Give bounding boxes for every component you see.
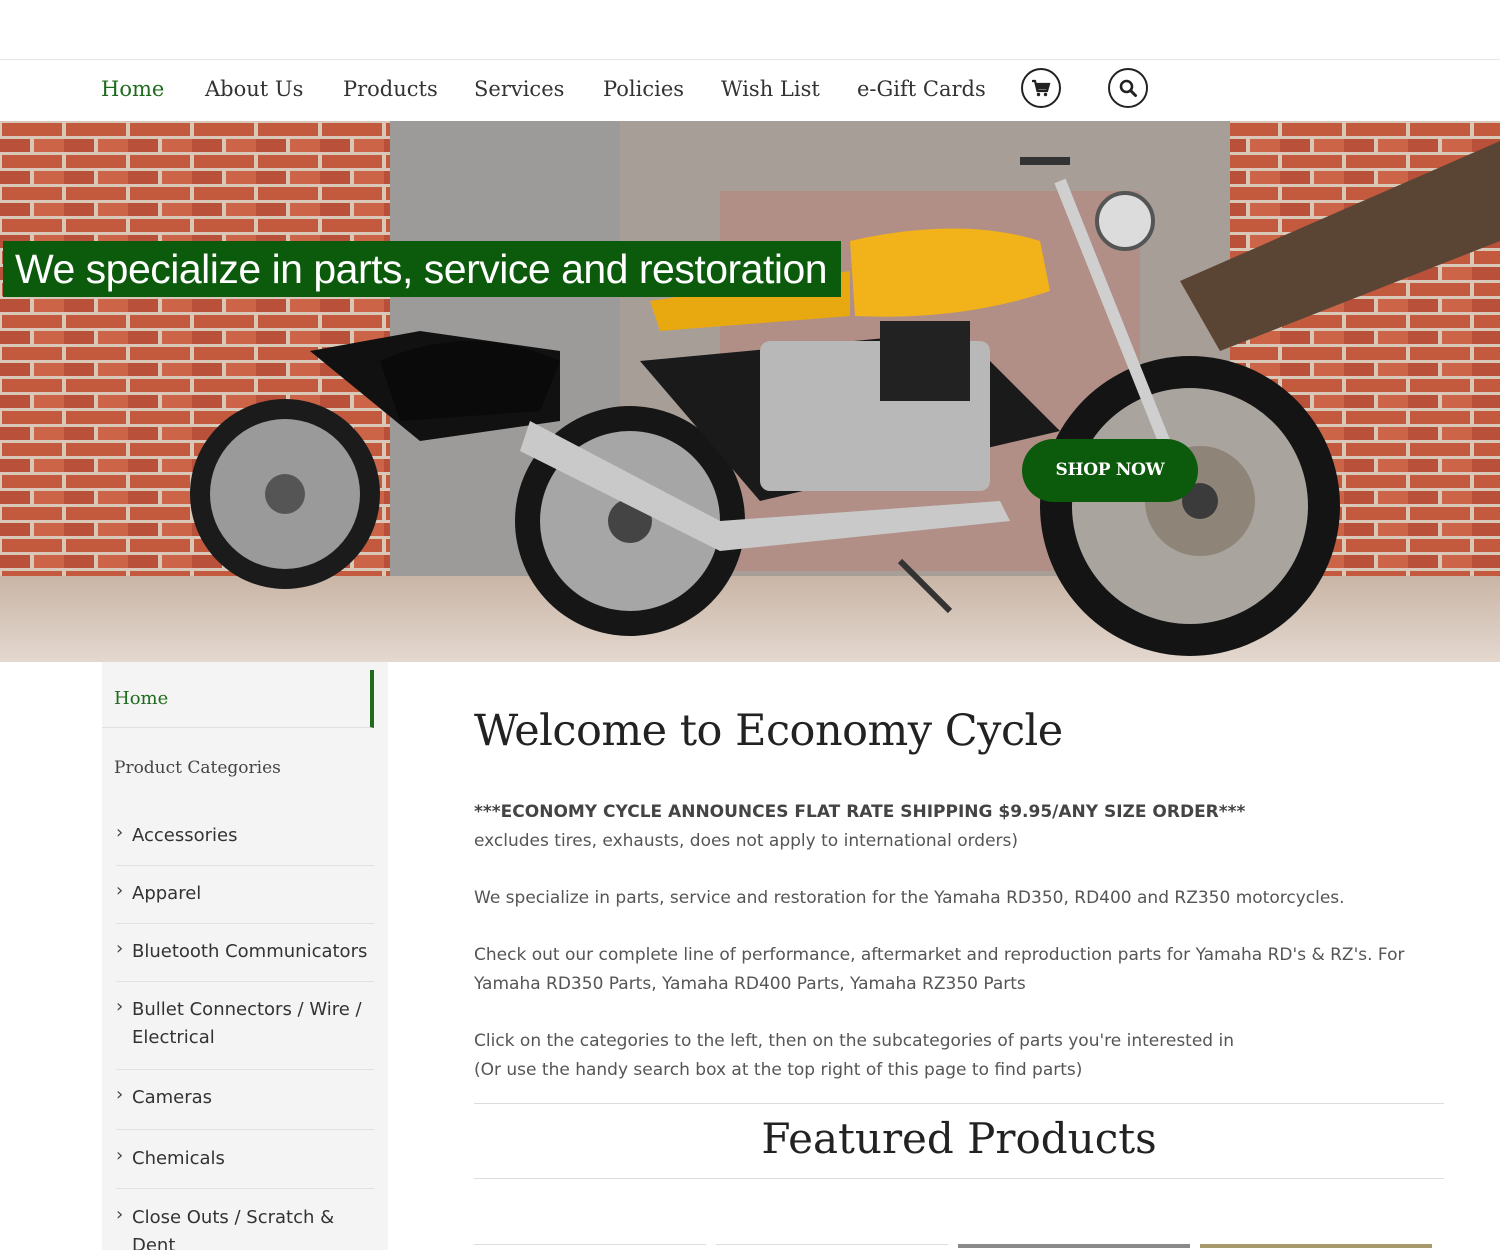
shop-now-button[interactable]: SHOP NOW xyxy=(1022,439,1198,502)
parts-paragraph-line1: Check out our complete line of performan… xyxy=(474,945,1405,965)
chevron-right-icon: › xyxy=(116,880,124,901)
sidebar-categories-title: Product Categories xyxy=(114,758,281,778)
hero-banner: We specialize in parts, service and rest… xyxy=(0,121,1500,662)
sidebar-item-label: Accessories xyxy=(132,825,238,846)
page-title: Welcome to Economy Cycle xyxy=(474,706,1063,756)
nav-home[interactable]: Home xyxy=(101,77,164,101)
nav-policies[interactable]: Policies xyxy=(603,77,684,101)
top-header-strip xyxy=(0,0,1500,60)
category-sidebar: Home Product Categories › Accessories › … xyxy=(102,662,388,1250)
parts-paragraph-line2: Yamaha RD350 Parts, Yamaha RD400 Parts, … xyxy=(474,974,1026,994)
featured-products-heading: Featured Products xyxy=(761,1114,1157,1163)
sidebar-item-label: Cameras xyxy=(132,1087,213,1108)
sidebar-item-chemicals[interactable]: › Chemicals xyxy=(116,1145,374,1189)
chevron-right-icon: › xyxy=(116,996,124,1017)
cart-icon[interactable] xyxy=(1021,68,1061,108)
sidebar-item-accessories[interactable]: › Accessories xyxy=(116,822,374,866)
sidebar-item-cameras[interactable]: › Cameras xyxy=(116,1084,374,1130)
intro-paragraph: We specialize in parts, service and rest… xyxy=(474,888,1345,908)
divider xyxy=(474,1178,1444,1179)
instructions-line1: Click on the categories to the left, the… xyxy=(474,1031,1234,1051)
sidebar-item-label: Chemicals xyxy=(132,1148,225,1169)
sidebar-item-label: Close Outs / Scratch & Dent xyxy=(132,1207,335,1250)
instructions-line2: (Or use the handy search box at the top … xyxy=(474,1060,1083,1080)
sidebar-item-apparel[interactable]: › Apparel xyxy=(116,880,374,924)
search-icon[interactable] xyxy=(1108,68,1148,108)
chevron-right-icon: › xyxy=(116,822,124,843)
nav-products[interactable]: Products xyxy=(343,77,438,101)
sidebar-item-bullet-connectors[interactable]: › Bullet Connectors / Wire / Electrical xyxy=(116,996,374,1070)
chevron-right-icon: › xyxy=(116,1145,124,1166)
main-nav: Home About Us Products Services Policies… xyxy=(0,61,1500,121)
divider xyxy=(474,1103,1444,1104)
sidebar-item-label: Bullet Connectors / Wire / Electrical xyxy=(132,999,362,1048)
sidebar-home-label: Home xyxy=(114,688,169,709)
chevron-right-icon: › xyxy=(116,938,124,959)
nav-wish-list[interactable]: Wish List xyxy=(721,77,820,101)
hero-headline: We specialize in parts, service and rest… xyxy=(3,241,842,297)
chevron-right-icon: › xyxy=(116,1084,124,1105)
featured-product-card[interactable] xyxy=(474,1244,706,1250)
featured-product-card[interactable] xyxy=(958,1244,1190,1250)
sidebar-item-label: Apparel xyxy=(132,883,202,904)
nav-services[interactable]: Services xyxy=(474,77,564,101)
sidebar-item-close-outs[interactable]: › Close Outs / Scratch & Dent xyxy=(116,1204,374,1250)
featured-product-card[interactable] xyxy=(1200,1244,1432,1250)
sidebar-item-bluetooth-communicators[interactable]: › Bluetooth Communicators xyxy=(116,938,374,982)
main-content: Welcome to Economy Cycle ***ECONOMY CYCL… xyxy=(474,662,1444,1250)
shipping-announcement: ***ECONOMY CYCLE ANNOUNCES FLAT RATE SHI… xyxy=(474,802,1246,822)
nav-about-us[interactable]: About Us xyxy=(205,77,303,101)
sidebar-item-home[interactable]: Home xyxy=(102,670,374,728)
chevron-right-icon: › xyxy=(116,1204,124,1225)
hero-motorcycle-image xyxy=(0,121,1500,662)
sidebar-item-label: Bluetooth Communicators xyxy=(132,941,368,962)
featured-product-card[interactable] xyxy=(716,1244,948,1250)
shipping-note: excludes tires, exhausts, does not apply… xyxy=(474,831,1019,851)
nav-e-gift-cards[interactable]: e-Gift Cards xyxy=(857,77,986,101)
